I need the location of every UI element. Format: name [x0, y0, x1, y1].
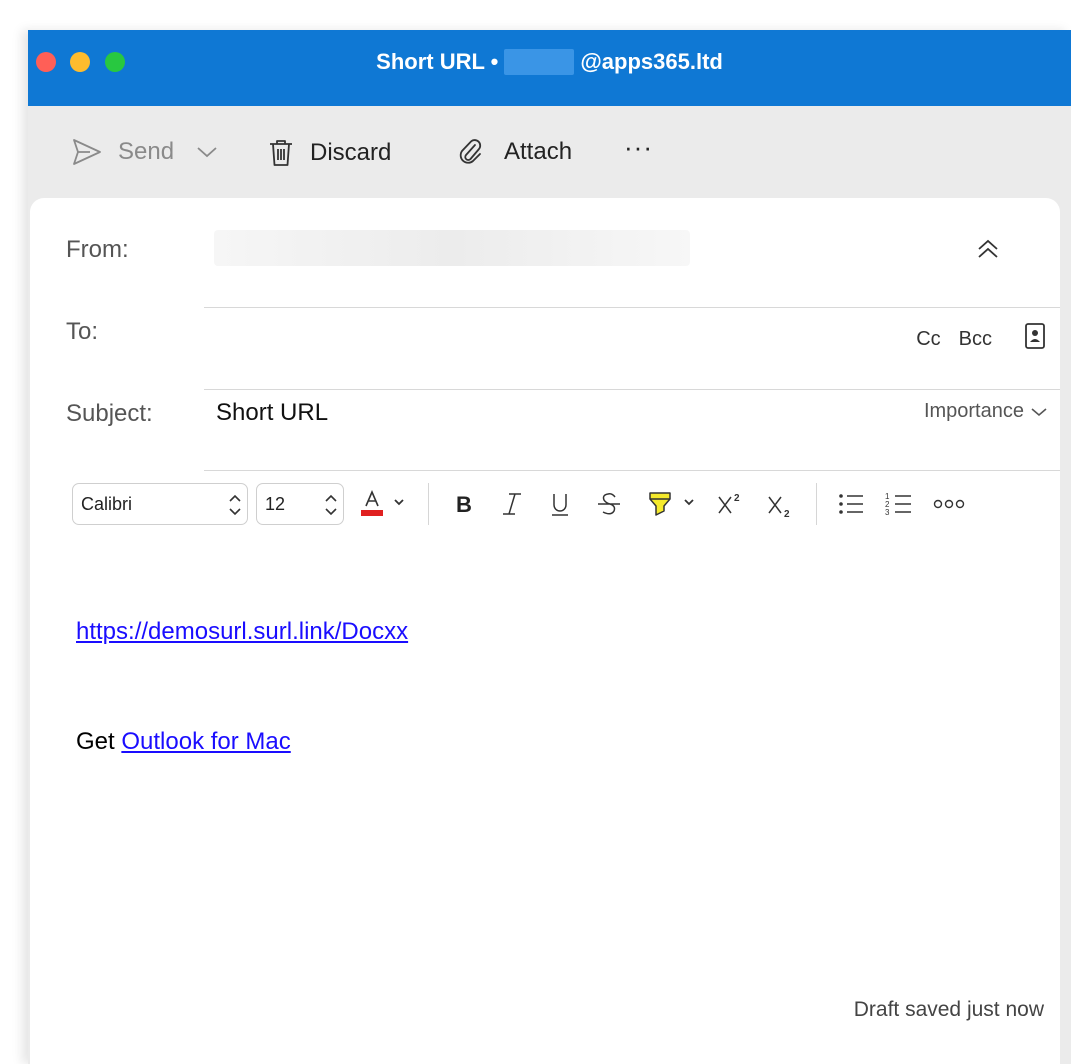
collapse-header-button[interactable] [976, 238, 1000, 265]
highlight-button[interactable] [646, 489, 674, 521]
attach-button[interactable]: Attach [458, 138, 572, 166]
attach-label: Attach [504, 138, 573, 165]
address-book-button[interactable] [1024, 322, 1046, 356]
compose-window: Short URL • @apps365.ltd Send Discard At… [28, 30, 1071, 1064]
redacted-email-username [504, 49, 575, 75]
message-body[interactable]: https://demosurl.surl.link/Docxx [76, 618, 408, 646]
trash-icon [268, 138, 294, 168]
chevron-down-icon [684, 499, 694, 506]
send-options-chevron-down-icon[interactable] [196, 145, 218, 159]
subscript-icon: 2 [768, 496, 790, 519]
formatting-toolbar: Calibri 12 B 2 2 1 2 3 [72, 483, 1032, 527]
draft-status: Draft saved just now [853, 998, 1044, 1021]
from-field-redacted[interactable] [214, 230, 690, 266]
send-button[interactable]: Send [72, 138, 218, 166]
signature-prefix: Get [76, 728, 115, 755]
importance-label: Importance [923, 400, 1024, 422]
numbered-list-icon: 1 2 3 [885, 492, 911, 517]
more-formatting-button[interactable] [932, 489, 966, 519]
toolbar-separator [428, 483, 429, 525]
font-color-dropdown[interactable] [392, 493, 406, 513]
compose-form: From: To: Cc Bcc Subject: Short URL Impo… [30, 198, 1060, 1064]
stepper-chevrons-icon [325, 494, 337, 516]
superscript-icon: 2 [718, 493, 740, 514]
short-url-link[interactable]: https://demosurl.surl.link/Docxx [76, 618, 408, 645]
svg-text:2: 2 [784, 509, 790, 519]
italic-button[interactable] [500, 489, 524, 519]
from-label: From: [66, 236, 129, 263]
to-label: To: [66, 318, 99, 345]
bullet-list-button[interactable] [836, 489, 866, 519]
to-input[interactable] [214, 310, 854, 354]
chevron-down-icon [1031, 407, 1047, 416]
svg-text:B: B [456, 492, 472, 517]
outlook-for-mac-link[interactable]: Outlook for Mac [121, 728, 290, 755]
font-size-select[interactable]: 12 [256, 483, 344, 525]
send-label: Send [118, 138, 175, 165]
compose-toolbar: Send Discard Attach ··· [28, 106, 1071, 198]
bold-button[interactable]: B [452, 489, 476, 519]
address-book-icon [1025, 323, 1045, 349]
to-divider [204, 389, 1060, 390]
bold-icon: B [456, 492, 472, 517]
window-title: Short URL • @apps365.ltd [28, 49, 1071, 75]
highlighter-icon [649, 492, 671, 516]
from-divider [204, 307, 1060, 308]
discard-button[interactable]: Discard [268, 138, 391, 168]
more-options-button[interactable]: ··· [624, 132, 653, 163]
underline-icon [552, 494, 568, 516]
discard-label: Discard [310, 139, 392, 166]
more-formatting-icon [933, 499, 965, 509]
bullet-list-icon [839, 494, 863, 514]
svg-text:3: 3 [885, 508, 890, 517]
send-icon [72, 138, 102, 166]
font-family-select[interactable]: Calibri [72, 483, 248, 525]
svg-text:2: 2 [734, 493, 740, 504]
highlight-dropdown[interactable] [682, 493, 696, 513]
superscript-button[interactable]: 2 [716, 489, 746, 519]
double-chevron-up-icon [978, 239, 998, 258]
importance-dropdown[interactable]: Importance [924, 400, 1048, 423]
more-options-icon: ··· [624, 132, 653, 162]
chevron-down-icon [394, 499, 404, 506]
italic-icon [503, 493, 521, 515]
signature: Get Outlook for Mac [76, 728, 291, 756]
subject-input[interactable]: Short URL [216, 399, 328, 427]
font-color-button[interactable] [358, 489, 386, 519]
subject-divider [204, 470, 1060, 471]
bcc-button[interactable]: Bcc [959, 328, 992, 351]
title-bar: Short URL • @apps365.ltd [28, 30, 1071, 106]
underline-button[interactable] [548, 489, 572, 519]
font-size-value: 12 [265, 494, 286, 514]
numbered-list-button[interactable]: 1 2 3 [884, 489, 914, 519]
subscript-button[interactable]: 2 [766, 489, 796, 519]
paperclip-icon [458, 138, 484, 166]
strikethrough-button[interactable] [596, 489, 622, 519]
toolbar-separator [816, 483, 817, 525]
stepper-chevrons-icon [229, 494, 241, 516]
window-title-text: Short URL • [376, 49, 499, 74]
font-family-value: Calibri [81, 494, 133, 514]
window-title-email-domain: @apps365.ltd [580, 49, 723, 74]
subject-label: Subject: [66, 400, 153, 427]
strikethrough-icon [598, 493, 620, 515]
font-color-icon [361, 489, 383, 516]
recipient-actions: Cc Bcc [916, 322, 1046, 356]
cc-button[interactable]: Cc [916, 328, 940, 351]
